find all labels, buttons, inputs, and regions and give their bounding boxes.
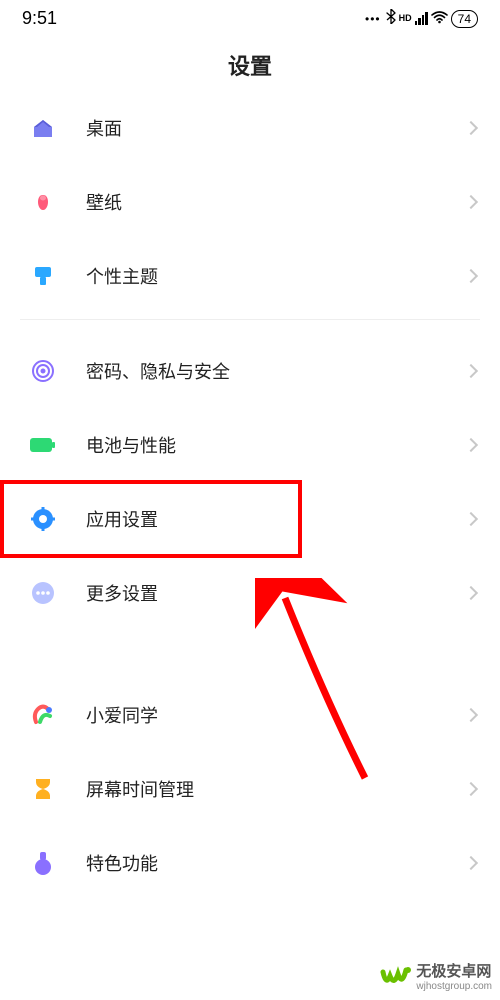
signal-icon (415, 12, 428, 25)
watermark-url: wjhostgroup.com (416, 981, 492, 992)
hourglass-icon (28, 774, 58, 804)
battery-icon (28, 430, 58, 460)
item-xiaoai[interactable]: 小爱同学 (0, 682, 500, 748)
item-label: 特色功能 (86, 850, 466, 876)
chevron-right-icon (464, 708, 478, 722)
page-title: 设置 (0, 49, 500, 81)
xiaoai-icon (28, 700, 58, 730)
item-label: 个性主题 (86, 263, 466, 289)
desktop-icon (28, 113, 58, 143)
settings-list: 桌面 壁纸 个性主题 密码、隐私与安全 电池与性能 (0, 95, 500, 896)
item-screentime[interactable]: 屏幕时间管理 (0, 756, 500, 822)
item-label: 电池与性能 (86, 432, 466, 458)
watermark: 无极安卓网 wjhostgroup.com (380, 962, 492, 994)
bluetooth-icon (386, 9, 396, 29)
item-label: 壁纸 (86, 189, 466, 215)
divider (20, 319, 480, 320)
status-time: 9:51 (22, 8, 57, 29)
item-battery[interactable]: 电池与性能 (0, 412, 500, 478)
item-desktop[interactable]: 桌面 (0, 95, 500, 161)
chevron-right-icon (464, 195, 478, 209)
chevron-right-icon (464, 121, 478, 135)
theme-icon (28, 261, 58, 291)
item-apps[interactable]: 应用设置 (0, 486, 500, 552)
chevron-right-icon (464, 782, 478, 796)
item-label: 更多设置 (86, 580, 466, 606)
chevron-right-icon (464, 856, 478, 870)
item-special[interactable]: 特色功能 (0, 830, 500, 896)
item-label: 小爱同学 (86, 702, 466, 728)
watermark-logo-icon (380, 962, 412, 994)
more-dots-icon: ••• (365, 12, 381, 26)
flask-icon (28, 848, 58, 878)
fingerprint-icon (28, 356, 58, 386)
more-icon (28, 578, 58, 608)
chevron-right-icon (464, 438, 478, 452)
gear-icon (28, 504, 58, 534)
chevron-right-icon (464, 512, 478, 526)
wifi-icon (431, 9, 448, 29)
item-wallpaper[interactable]: 壁纸 (0, 169, 500, 235)
item-label: 桌面 (86, 115, 466, 141)
chevron-right-icon (464, 364, 478, 378)
item-security[interactable]: 密码、隐私与安全 (0, 338, 500, 404)
watermark-title: 无极安卓网 (416, 964, 492, 981)
battery-indicator: 74 (451, 10, 478, 28)
status-indicators: ••• HD 74 (365, 9, 478, 29)
item-theme[interactable]: 个性主题 (0, 243, 500, 309)
hd-icon: HD (399, 14, 412, 23)
chevron-right-icon (464, 586, 478, 600)
wallpaper-icon (28, 187, 58, 217)
item-label: 密码、隐私与安全 (86, 358, 466, 384)
item-more[interactable]: 更多设置 (0, 560, 500, 626)
item-label: 屏幕时间管理 (86, 776, 466, 802)
item-label: 应用设置 (86, 506, 466, 532)
chevron-right-icon (464, 269, 478, 283)
status-bar: 9:51 ••• HD 74 (0, 0, 500, 33)
